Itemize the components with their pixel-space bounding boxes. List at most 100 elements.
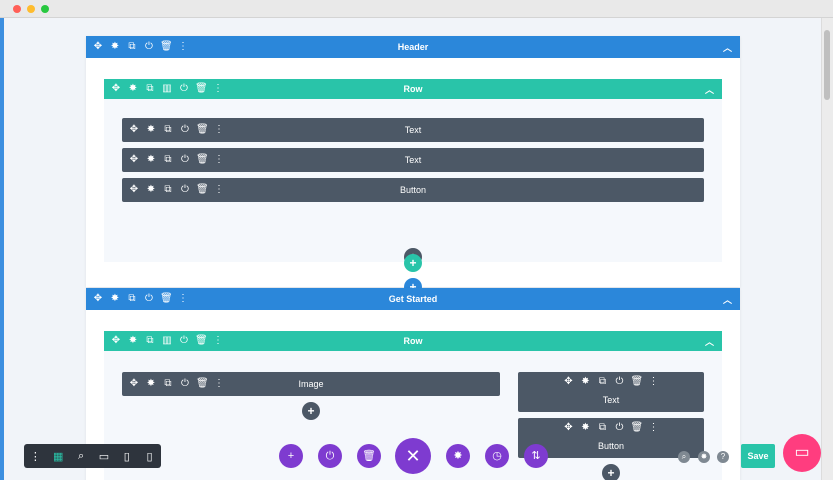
power-icon[interactable]: ⏻: [143, 42, 155, 52]
trash-icon[interactable]: 🗑: [631, 377, 644, 387]
close-builder-button[interactable]: ✕: [395, 438, 431, 474]
trash-icon[interactable]: 🗑: [195, 336, 208, 346]
duplicate-icon[interactable]: ⧉: [597, 423, 609, 433]
settings-icon[interactable]: ✸: [145, 185, 157, 195]
history-icon[interactable]: ◷: [485, 444, 509, 468]
more-icon[interactable]: ⋮: [213, 125, 225, 135]
trash-icon[interactable]: 🗑: [160, 42, 173, 52]
duplicate-icon[interactable]: ⧉: [126, 42, 138, 52]
move-icon[interactable]: ✥: [128, 379, 140, 389]
settings-icon[interactable]: ✸: [145, 379, 157, 389]
move-icon[interactable]: ✥: [110, 336, 122, 346]
desktop-icon[interactable]: ▭: [92, 450, 115, 463]
duplicate-icon[interactable]: ⧉: [162, 379, 174, 389]
window-close-dot[interactable]: [13, 5, 21, 13]
move-icon[interactable]: ✥: [128, 185, 140, 195]
trash-icon[interactable]: 🗑: [196, 155, 209, 165]
power-icon[interactable]: ⏻: [614, 377, 626, 387]
power-icon[interactable]: ⏻: [318, 444, 342, 468]
module-bar[interactable]: ✥ ✸ ⧉ ⏻ 🗑 ⋮ Text: [122, 148, 704, 172]
more-icon[interactable]: ⋮: [213, 185, 225, 195]
move-icon[interactable]: ✥: [92, 294, 104, 304]
more-icon[interactable]: ⋮: [24, 450, 47, 463]
module-bar-image[interactable]: ✥ ✸ ⧉ ⏻ 🗑 ⋮ Image: [122, 372, 500, 396]
add-module-button[interactable]: +: [302, 402, 320, 420]
chevron-up-icon[interactable]: ︿: [723, 36, 732, 58]
chevron-up-icon[interactable]: ︿: [705, 79, 714, 99]
more-icon[interactable]: ⋮: [177, 42, 189, 52]
wireframe-icon[interactable]: ▦: [47, 450, 70, 463]
move-icon[interactable]: ✥: [563, 377, 575, 387]
duplicate-icon[interactable]: ⧉: [144, 336, 156, 346]
portability-icon[interactable]: ⇅: [524, 444, 548, 468]
phone-icon[interactable]: ▯: [138, 450, 161, 463]
window-minimize-dot[interactable]: [27, 5, 35, 13]
add-row-button[interactable]: +: [404, 254, 422, 272]
duplicate-icon[interactable]: ⧉: [162, 125, 174, 135]
settings-icon[interactable]: ✸: [109, 42, 121, 52]
settings-icon[interactable]: ✸: [127, 336, 139, 346]
trash-icon[interactable]: 🗑: [196, 379, 209, 389]
settings-icon[interactable]: ✸: [127, 84, 139, 94]
scrollbar-thumb[interactable]: [824, 30, 830, 100]
search-icon[interactable]: ⌕: [678, 451, 690, 463]
power-icon[interactable]: ⏻: [179, 185, 191, 195]
chat-icon[interactable]: ▭: [783, 434, 821, 472]
module-bar[interactable]: ✥ ✸ ⧉ ⏻ 🗑 ⋮ Text: [122, 118, 704, 142]
chevron-up-icon[interactable]: ︿: [723, 288, 732, 310]
settings-icon[interactable]: ✸: [580, 377, 592, 387]
search-icon[interactable]: ⌕: [70, 450, 93, 463]
window-zoom-dot[interactable]: [41, 5, 49, 13]
move-icon[interactable]: ✥: [128, 125, 140, 135]
more-icon[interactable]: ⋮: [177, 294, 189, 304]
power-icon[interactable]: ⏻: [178, 84, 190, 94]
columns-icon[interactable]: ▥: [161, 84, 173, 94]
duplicate-icon[interactable]: ⧉: [126, 294, 138, 304]
power-icon[interactable]: ⏻: [178, 336, 190, 346]
settings-icon[interactable]: ✸: [580, 423, 592, 433]
settings-icon[interactable]: ✸: [698, 451, 710, 463]
help-icon[interactable]: ?: [717, 451, 729, 463]
save-button[interactable]: Save: [741, 444, 775, 468]
duplicate-icon[interactable]: ⧉: [162, 185, 174, 195]
trash-icon[interactable]: 🗑: [357, 444, 381, 468]
more-icon[interactable]: ⋮: [213, 155, 225, 165]
power-icon[interactable]: ⏻: [143, 294, 155, 304]
duplicate-icon[interactable]: ⧉: [162, 155, 174, 165]
section-header-bar[interactable]: ✥ ✸ ⧉ ⏻ 🗑 ⋮ Get Started ︿: [86, 288, 740, 310]
more-icon[interactable]: ⋮: [212, 84, 224, 94]
trash-icon[interactable]: 🗑: [196, 185, 209, 195]
trash-icon[interactable]: 🗑: [160, 294, 173, 304]
move-icon[interactable]: ✥: [128, 155, 140, 165]
settings-icon[interactable]: ✸: [145, 155, 157, 165]
move-icon[interactable]: ✥: [563, 423, 575, 433]
move-icon[interactable]: ✥: [110, 84, 122, 94]
trash-icon[interactable]: 🗑: [631, 423, 644, 433]
module-bar[interactable]: ✥ ✸ ⧉ ⏻ 🗑 ⋮ Button: [122, 178, 704, 202]
tablet-icon[interactable]: ▯: [115, 450, 138, 463]
power-icon[interactable]: ⏻: [614, 423, 626, 433]
row-bar[interactable]: ✥ ✸ ⧉ ▥ ⏻ 🗑 ⋮ Row ︿: [104, 331, 722, 351]
add-module-button[interactable]: +: [602, 464, 620, 480]
duplicate-icon[interactable]: ⧉: [597, 377, 609, 387]
move-icon[interactable]: ✥: [92, 42, 104, 52]
module-bar-text[interactable]: ✥ ✸ ⧉ ⏻ 🗑 ⋮ Text: [518, 372, 704, 412]
settings-icon[interactable]: ✸: [109, 294, 121, 304]
power-icon[interactable]: ⏻: [179, 125, 191, 135]
more-icon[interactable]: ⋮: [648, 423, 660, 433]
columns-icon[interactable]: ▥: [161, 336, 173, 346]
power-icon[interactable]: ⏻: [179, 379, 191, 389]
chevron-up-icon[interactable]: ︿: [705, 331, 714, 351]
more-icon[interactable]: ⋮: [648, 377, 660, 387]
power-icon[interactable]: ⏻: [179, 155, 191, 165]
settings-icon[interactable]: ✸: [145, 125, 157, 135]
more-icon[interactable]: ⋮: [212, 336, 224, 346]
add-button[interactable]: +: [279, 444, 303, 468]
more-icon[interactable]: ⋮: [213, 379, 225, 389]
row-bar[interactable]: ✥ ✸ ⧉ ▥ ⏻ 🗑 ⋮ Row ︿: [104, 79, 722, 99]
settings-icon[interactable]: ✸: [446, 444, 470, 468]
duplicate-icon[interactable]: ⧉: [144, 84, 156, 94]
trash-icon[interactable]: 🗑: [195, 84, 208, 94]
section-header-bar[interactable]: ✥ ✸ ⧉ ⏻ 🗑 ⋮ Header ︿: [86, 36, 740, 58]
trash-icon[interactable]: 🗑: [196, 125, 209, 135]
